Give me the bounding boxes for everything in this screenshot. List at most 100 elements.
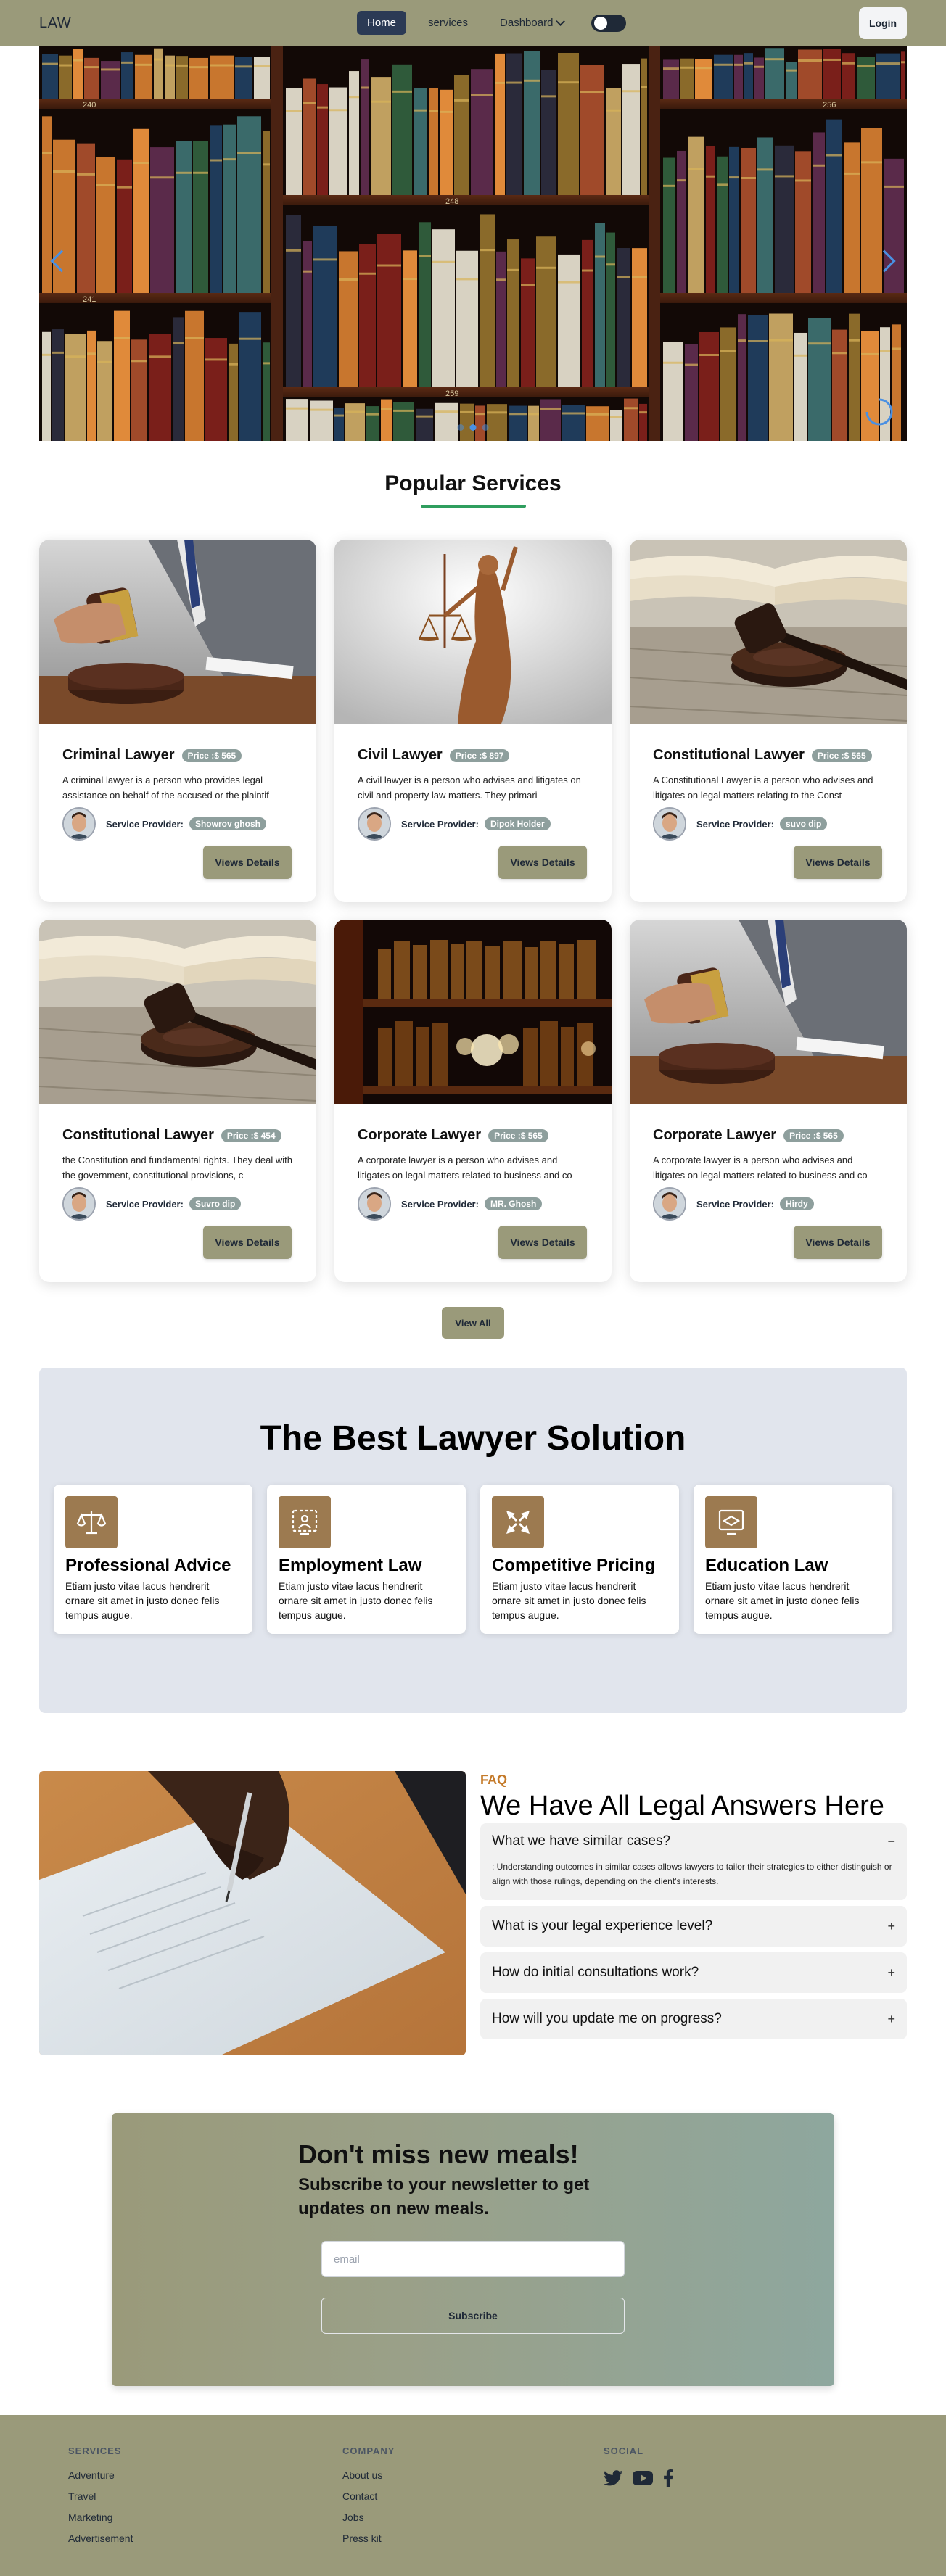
faq-question[interactable]: What is your legal experience level? + [480, 1906, 907, 1947]
footer-link[interactable]: Adventure [68, 2469, 133, 2481]
theme-toggle[interactable] [591, 14, 627, 32]
twitter-icon[interactable] [604, 2470, 622, 2486]
dashboard-dropdown[interactable]: Dashboard [490, 11, 574, 35]
hero-book-spine [176, 141, 192, 293]
footer: SERVICES Adventure Travel Marketing Adve… [0, 2415, 946, 2576]
hero-book-spine [393, 402, 414, 441]
avatar [653, 1187, 686, 1221]
hero-book-band [738, 339, 746, 342]
youtube-icon[interactable] [633, 2470, 653, 2486]
hero-book-spine [775, 145, 794, 293]
view-details-button[interactable]: Views Details [203, 846, 292, 879]
view-all-button[interactable]: View All [442, 1307, 504, 1339]
hero-book-spine [432, 229, 455, 387]
footer-link[interactable]: Marketing [68, 2511, 133, 2523]
footer-link[interactable]: About us [342, 2469, 395, 2481]
card-description: A Constitutional Lawyer is a person who … [653, 775, 873, 801]
carousel-dot[interactable] [482, 424, 489, 431]
login-button[interactable]: Login [859, 7, 907, 39]
carousel-dot-active[interactable] [469, 424, 477, 431]
hero-book-band [757, 168, 773, 171]
popular-services-title: Popular Services [384, 471, 562, 495]
view-details-button[interactable]: Views Details [794, 1226, 882, 1259]
hero-bookshelf-image: 240 241 248 256 259 [39, 46, 907, 441]
faq-question[interactable]: How do initial consultations work? + [480, 1952, 907, 1993]
hero-book-band [717, 183, 728, 186]
card-description: A criminal lawyer is a person who provid… [62, 775, 269, 801]
hero-book-spine [334, 408, 344, 441]
hero-book-band [677, 179, 686, 182]
hero-book-spine [695, 59, 712, 99]
hero-book-spine [769, 313, 793, 441]
hero-book-spine [185, 310, 204, 441]
hero-book-band [303, 270, 312, 273]
hero-book-band [117, 186, 132, 189]
hero-book-spine [699, 331, 719, 441]
nav-home-link[interactable]: Home [357, 11, 407, 35]
provider-name-badge: Dipok Holder [484, 817, 551, 830]
hero-book-band [87, 352, 96, 355]
hero-book-spine [536, 236, 556, 387]
hero-book-spine [205, 338, 227, 441]
faq-question[interactable]: How will you update me on progress? + [480, 1999, 907, 2039]
footer-link[interactable]: Contact [342, 2490, 395, 2502]
carousel-dots [457, 424, 489, 431]
faq-question[interactable]: What we have similar cases? − [480, 1823, 907, 1859]
hero-book-band [149, 355, 171, 358]
hero-book-band [263, 362, 270, 365]
nav-services-link[interactable]: services [418, 11, 478, 35]
hero-book-spine [528, 405, 539, 441]
hero-book-spine [734, 54, 743, 99]
hero-book-band [720, 350, 736, 352]
carousel-dot[interactable] [457, 424, 464, 431]
hero-book-band [795, 179, 811, 182]
view-details-button[interactable]: Views Details [498, 1226, 587, 1259]
footer-link[interactable]: Travel [68, 2490, 133, 2502]
feature-title: Education Law [705, 1556, 828, 1575]
hero-book-spine [77, 143, 95, 293]
feature-text: Etiam justo vitae lacus hendrerit ornare… [279, 1580, 433, 1621]
hero-book-spine [135, 54, 152, 99]
hero-book-spine [524, 50, 540, 195]
hero-book-band [507, 268, 519, 271]
hero-book-spine [150, 147, 174, 293]
footer-link[interactable]: Jobs [342, 2511, 395, 2523]
footer-heading: COMPANY [342, 2445, 395, 2456]
view-details-button[interactable]: Views Details [794, 846, 882, 879]
hero-book-spine [632, 248, 647, 387]
hero-book-spine [210, 55, 234, 99]
hero-book-spine [173, 317, 184, 441]
hero-book-spine [832, 329, 847, 441]
pricing-icon [492, 1496, 544, 1548]
footer-link[interactable]: Press kit [342, 2532, 395, 2544]
hero-book-spine [87, 330, 96, 441]
email-input[interactable] [321, 2241, 625, 2277]
hero-book-band [229, 363, 238, 366]
hero-book-spine [454, 75, 469, 195]
hero-book-band [632, 276, 647, 278]
brand-logo[interactable]: LAW [39, 15, 71, 32]
facebook-icon[interactable] [663, 2469, 673, 2487]
hero-book-spine [741, 147, 756, 293]
view-details-button[interactable]: Views Details [498, 846, 587, 879]
hero-book-band [794, 354, 807, 357]
view-details-button[interactable]: Views Details [203, 1226, 292, 1259]
footer-link[interactable]: Advertisement [68, 2532, 133, 2544]
hero-book-spine [133, 128, 149, 293]
hero-book-band [884, 185, 904, 188]
hero-book-band [454, 99, 469, 102]
faq-item: How will you update me on progress? + [480, 1999, 907, 2039]
hero-book-spine [53, 139, 75, 293]
hero-book-spine [263, 131, 270, 293]
hero-book-spine [808, 318, 831, 441]
hero-book-spine [229, 343, 238, 441]
hero-book-spine [622, 64, 640, 195]
faq-signing-image [39, 1771, 466, 2055]
hero-book-band [96, 184, 115, 187]
subscribe-button[interactable]: Subscribe [321, 2298, 625, 2334]
hero-book-spine [639, 403, 647, 441]
hero-book-spine [366, 406, 379, 441]
hero-book-band [844, 172, 860, 175]
hero-book-band [734, 63, 743, 66]
hero-book-spine [101, 61, 120, 99]
